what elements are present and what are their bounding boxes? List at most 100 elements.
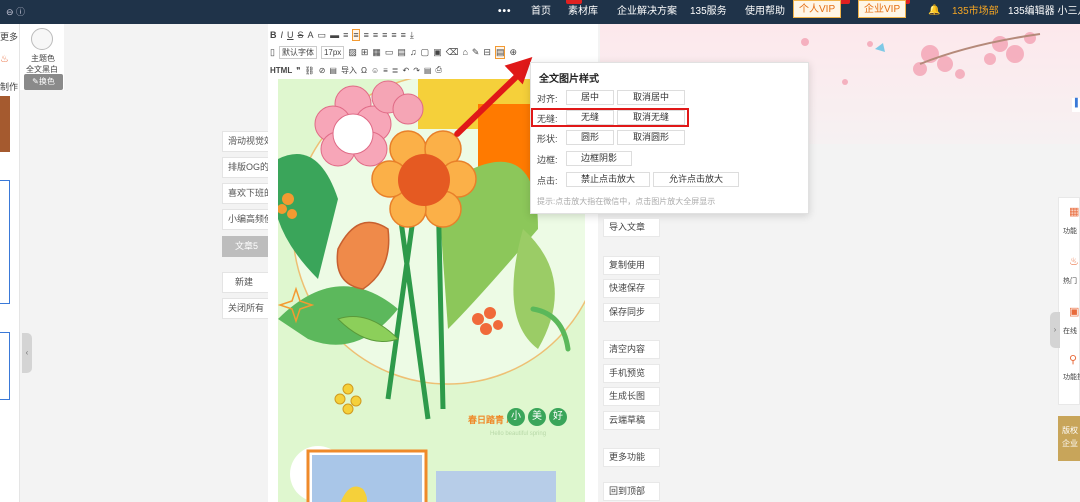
- template-list-panel[interactable]: [0, 180, 10, 304]
- enterprise-vip-button[interactable]: 企业VIP: [858, 0, 907, 18]
- border-shadow-button[interactable]: 边框阴影: [566, 151, 632, 166]
- bg-color-icon[interactable]: ▭: [318, 30, 327, 41]
- image-icon[interactable]: ▨: [348, 47, 357, 58]
- top-left-icons[interactable]: ⊖ ⓘ: [6, 5, 25, 18]
- brush-icon[interactable]: ✎: [472, 47, 480, 58]
- quote-icon[interactable]: ❞: [296, 66, 300, 75]
- emoji-icon[interactable]: ☺: [371, 66, 379, 75]
- uncircle-button[interactable]: 取消圆形: [617, 130, 685, 145]
- nav-item-enterprise[interactable]: 企业解决方案: [617, 0, 677, 24]
- function-icon[interactable]: ▦: [1069, 206, 1080, 218]
- home-icon[interactable]: ⌂: [462, 47, 467, 57]
- enable-zoom-button[interactable]: 允许点击放大: [653, 172, 739, 187]
- insert-icon[interactable]: ▣: [433, 47, 442, 58]
- image-style-icon[interactable]: ▤: [494, 45, 506, 59]
- user-name[interactable]: 135编辑器 小三儿: [1008, 0, 1080, 24]
- line-height-icon[interactable]: ≡: [391, 30, 396, 40]
- mobile-preview-button[interactable]: 手机预览: [603, 364, 660, 383]
- font-color-icon[interactable]: A: [308, 30, 314, 40]
- nav-item-help[interactable]: 使用帮助: [745, 0, 785, 24]
- change-color-button[interactable]: ✎换色: [24, 74, 63, 90]
- list-icon[interactable]: ≡: [401, 30, 406, 40]
- sidebar-item-more[interactable]: 更多: [0, 30, 18, 43]
- align-center-icon[interactable]: ≡: [352, 29, 360, 41]
- right-item[interactable]: 功能搜一: [1063, 372, 1080, 382]
- link-icon[interactable]: ⛓: [305, 66, 315, 75]
- side-widget-icon[interactable]: ▐: [1072, 98, 1080, 112]
- template-list-panel-2[interactable]: [0, 332, 10, 400]
- nav-item-home[interactable]: 首页: [531, 0, 551, 24]
- right-item[interactable]: 热门: [1063, 276, 1077, 286]
- redo-icon[interactable]: ↷: [413, 66, 420, 75]
- import-icon[interactable]: ▤: [329, 66, 337, 75]
- align-justify-icon[interactable]: ≡: [373, 30, 378, 40]
- html-button[interactable]: HTML: [270, 66, 292, 75]
- article-item[interactable]: 喜欢下班的: [222, 183, 272, 204]
- article-item-active[interactable]: 文章5: [222, 236, 272, 257]
- table-icon[interactable]: ⊞: [361, 47, 369, 58]
- bold-icon[interactable]: B: [270, 30, 277, 40]
- undo-icon[interactable]: ↶: [402, 66, 409, 75]
- copy-use-button[interactable]: 复制使用: [603, 256, 660, 275]
- more-functions-button[interactable]: 更多功能: [603, 448, 660, 467]
- gallery-icon[interactable]: ▤: [397, 47, 406, 58]
- long-image-button[interactable]: 生成长图: [603, 387, 660, 406]
- template-icon[interactable]: ♨: [0, 54, 9, 65]
- bell-icon[interactable]: 🔔: [928, 5, 940, 16]
- underline-icon[interactable]: U: [287, 30, 294, 40]
- article-item[interactable]: 排版OG的: [222, 157, 272, 178]
- collapse-right-handle[interactable]: ›: [1050, 312, 1060, 348]
- list2-icon[interactable]: ≣: [392, 66, 399, 75]
- italic-icon[interactable]: I: [281, 30, 284, 40]
- unlink-icon[interactable]: ⊘: [319, 66, 326, 75]
- indent-icon[interactable]: ≡: [382, 30, 387, 40]
- nav-market[interactable]: 135市场部: [952, 0, 999, 24]
- clear-content-button[interactable]: 清空内容: [603, 340, 660, 359]
- thumbnail-image[interactable]: [0, 96, 10, 152]
- print-icon[interactable]: ⎙: [435, 65, 441, 75]
- save-sync-button[interactable]: 保存同步: [603, 303, 660, 322]
- copyright-badge[interactable]: 版权 企业: [1058, 416, 1080, 461]
- more-icon[interactable]: •••: [498, 0, 512, 24]
- circle-button[interactable]: 圆形: [566, 130, 614, 145]
- file-icon[interactable]: ▯: [270, 47, 275, 58]
- online-icon[interactable]: ▣: [1069, 306, 1080, 318]
- sidebar-item-make[interactable]: 制作: [0, 80, 18, 93]
- highlight-icon[interactable]: ▬: [330, 30, 339, 40]
- center-button[interactable]: 居中: [566, 90, 614, 105]
- search-icon[interactable]: ⚲: [1069, 354, 1080, 366]
- disable-zoom-button[interactable]: 禁止点击放大: [566, 172, 650, 187]
- right-item[interactable]: 在线: [1063, 326, 1077, 336]
- frame-icon[interactable]: ▢: [421, 47, 430, 58]
- article-item[interactable]: 滑动视觉效: [222, 131, 272, 152]
- divider-icon[interactable]: ⊟: [483, 47, 491, 58]
- omega-icon[interactable]: Ω: [361, 66, 367, 75]
- nav-item-materials[interactable]: 素材库: [568, 0, 598, 24]
- quick-save-button[interactable]: 快速保存: [603, 279, 660, 298]
- align-right-icon[interactable]: ≡: [364, 30, 369, 40]
- personal-vip-button[interactable]: 个人VIP: [793, 0, 842, 18]
- right-item[interactable]: 功能: [1063, 226, 1077, 236]
- align-icon[interactable]: ≡: [383, 66, 388, 75]
- article-item[interactable]: 小编高频使: [222, 209, 272, 230]
- new-article-button[interactable]: 新建: [222, 272, 272, 293]
- align-left-icon[interactable]: ≡: [343, 30, 348, 40]
- cloud-draft-button[interactable]: 云端草稿: [603, 411, 660, 430]
- font-size-select[interactable]: 17px: [320, 45, 345, 59]
- eraser-icon[interactable]: ⌫: [446, 47, 459, 58]
- collapse-left-handle[interactable]: ‹: [22, 333, 32, 373]
- picture-icon[interactable]: ▦: [372, 47, 381, 58]
- hot-icon[interactable]: ♨: [1069, 256, 1080, 268]
- font-family-select[interactable]: 默认字体: [278, 45, 317, 59]
- strikethrough-icon[interactable]: S: [298, 30, 304, 40]
- close-all-button[interactable]: 关闭所有: [222, 298, 272, 319]
- uncenter-button[interactable]: 取消居中: [617, 90, 685, 105]
- import-label[interactable]: 导入: [341, 65, 357, 76]
- back-to-top-button[interactable]: 回到顶部: [603, 482, 660, 501]
- nav-item-service[interactable]: 135服务: [690, 0, 727, 24]
- format-icon[interactable]: ▤: [424, 66, 432, 75]
- music-icon[interactable]: ♫: [410, 47, 417, 57]
- video-icon[interactable]: ▭: [385, 47, 394, 58]
- clear-format-icon[interactable]: ⤓: [410, 30, 414, 41]
- import-article-button[interactable]: 导入文章: [603, 218, 660, 237]
